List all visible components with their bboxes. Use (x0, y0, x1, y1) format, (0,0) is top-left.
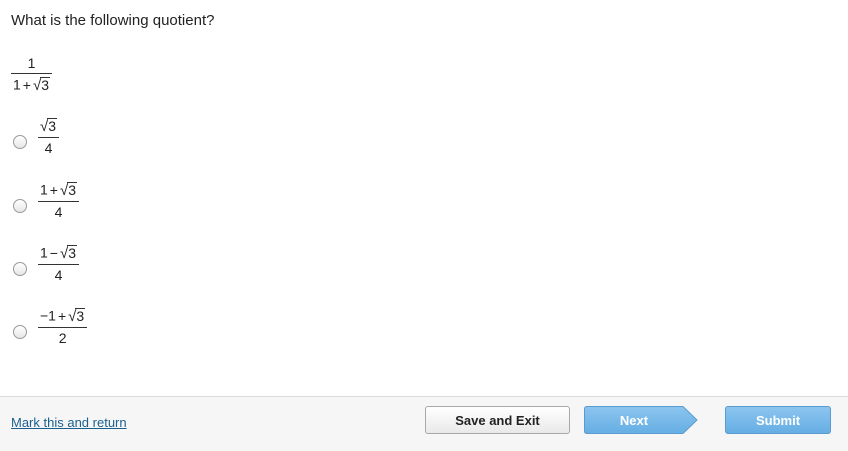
sqrt-icon: √ 3 (68, 307, 86, 325)
answer-option-4[interactable]: −1 + √ 3 2 (13, 307, 88, 345)
prompt-numerator: 1 (27, 55, 36, 71)
radio-button-3[interactable] (13, 262, 27, 277)
footer-toolbar: Mark this and return Save and Exit Next … (0, 396, 848, 451)
prompt-den-prefix: 1 (13, 76, 21, 93)
sqrt-icon: √ 3 (59, 181, 78, 199)
sqrt-icon: √ 3 (32, 76, 51, 94)
answer-expression-1: √ 3 4 (38, 118, 60, 155)
answer-option-3[interactable]: 1− √ 3 4 (13, 244, 80, 282)
question-text: What is the following quotient? (11, 12, 215, 29)
prompt-denominator: 1 + √ 3 (11, 73, 53, 94)
answer-numerator-2: 1 + √ 3 (40, 181, 78, 199)
sqrt-icon: √ 3 (59, 244, 78, 262)
submit-button[interactable]: Submit (725, 406, 831, 434)
answer-denominator-3: 4 (38, 263, 80, 282)
answer-expression-4: −1 + √ 3 2 (38, 307, 88, 345)
answer-numerator-4: −1 + √ 3 (40, 307, 86, 325)
radio-button-4[interactable] (13, 325, 27, 340)
answer-expression-3: 1− √ 3 4 (38, 244, 80, 282)
answer-denominator-1: 4 (38, 136, 60, 155)
answer-denominator-2: 4 (38, 200, 80, 219)
answer-option-2[interactable]: 1 + √ 3 4 (13, 181, 80, 219)
answer-option-1[interactable]: √ 3 4 (13, 118, 60, 155)
answer-denominator-4: 2 (38, 326, 88, 345)
answer-expression-2: 1 + √ 3 4 (38, 181, 80, 219)
mark-and-return-link[interactable]: Mark this and return (11, 415, 127, 430)
prompt-den-operator: + (22, 76, 31, 93)
next-button[interactable]: Next (584, 406, 698, 434)
radio-button-2[interactable] (13, 199, 27, 214)
radio-button-1[interactable] (13, 135, 27, 150)
answer-numerator-1: √ 3 (38, 118, 59, 137)
question-expression: 1 1 + √ 3 (11, 55, 53, 94)
answer-numerator-3: 1− √ 3 (40, 244, 78, 262)
next-button-label: Next (619, 412, 649, 428)
sqrt-icon: √ 3 (40, 117, 58, 135)
save-and-exit-button[interactable]: Save and Exit (425, 406, 570, 434)
